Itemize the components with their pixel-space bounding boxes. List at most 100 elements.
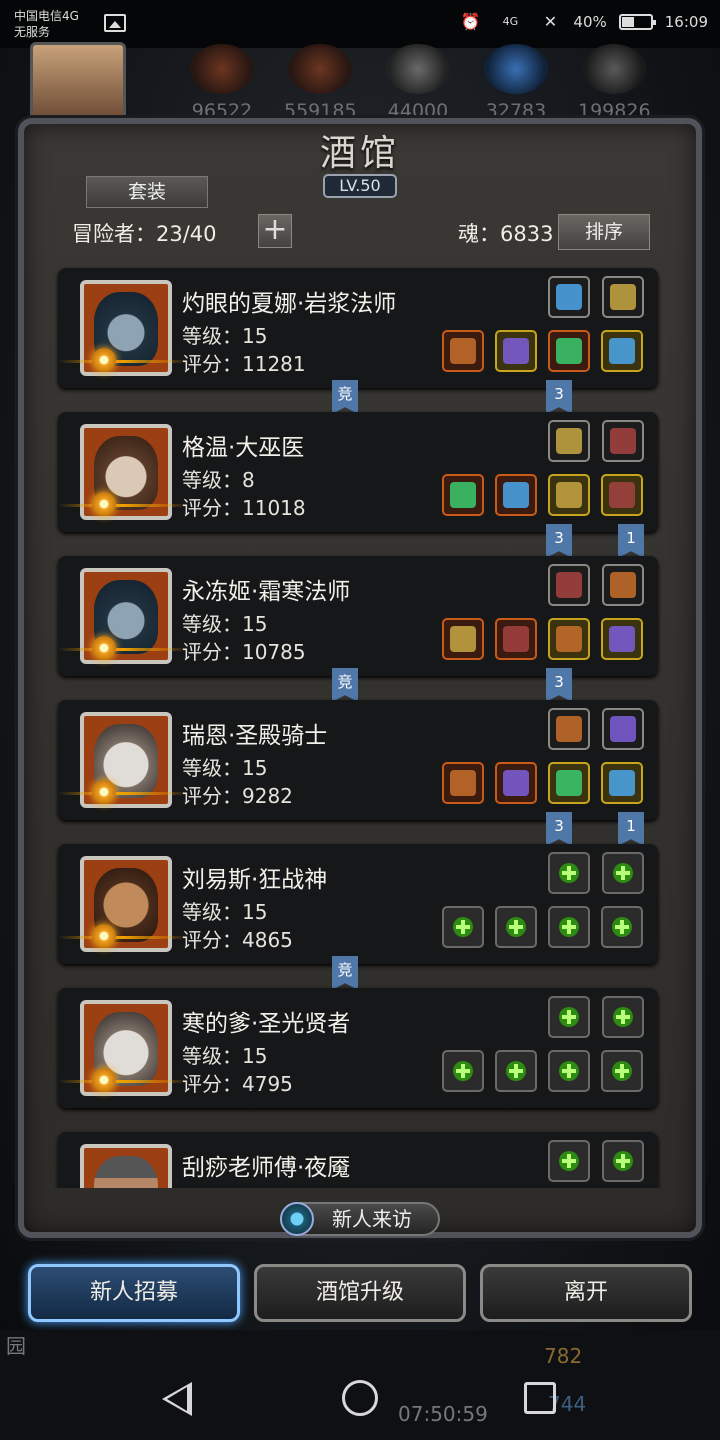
- equipment-slot[interactable]: [601, 762, 643, 804]
- item-icon: [609, 626, 635, 652]
- hero-score: 评分：11281: [182, 352, 306, 376]
- item-icon: [556, 482, 582, 508]
- portrait-glow: [58, 648, 188, 651]
- item-icon: [503, 338, 529, 364]
- empty-equipment-slot[interactable]: [548, 906, 590, 948]
- portrait-glow: [58, 792, 188, 795]
- equipment-slot[interactable]: [548, 474, 590, 516]
- hero-card[interactable]: 永冻姬·霜寒法师 等级：15 评分：10785: [58, 556, 658, 676]
- hero-name: 瑞恩·圣殿骑士: [182, 723, 328, 749]
- new-visitor-label: 新人来访: [332, 1207, 412, 1231]
- accessory-slot[interactable]: [602, 708, 644, 750]
- item-icon: [450, 338, 476, 364]
- hero-score: 评分：4865: [182, 928, 293, 952]
- accessory-slot[interactable]: [548, 708, 590, 750]
- hero-level: 等级：15: [182, 324, 268, 348]
- portrait-glow: [58, 360, 188, 363]
- player-avatar[interactable]: [30, 42, 126, 122]
- add-icon: [612, 917, 632, 937]
- accessory-slot[interactable]: [602, 564, 644, 606]
- item-icon: [503, 626, 529, 652]
- accessory-slot[interactable]: [602, 420, 644, 462]
- item-icon: [556, 716, 582, 742]
- home-icon[interactable]: [342, 1380, 378, 1416]
- empty-accessory-slot[interactable]: [548, 1140, 590, 1182]
- equipment-slot[interactable]: [548, 330, 590, 372]
- equipment-slot[interactable]: [495, 618, 537, 660]
- hero-score: 评分：10785: [182, 640, 306, 664]
- equipment-slot[interactable]: [548, 618, 590, 660]
- equipment-slot[interactable]: [601, 330, 643, 372]
- back-icon[interactable]: [162, 1382, 192, 1416]
- star-gem-icon: [92, 492, 116, 516]
- hero-score: 评分：9282: [182, 784, 293, 808]
- hero-card[interactable]: 瑞恩·圣殿骑士 等级：15 评分：9282: [58, 700, 658, 820]
- resource-3: 44000: [382, 44, 454, 122]
- resource-2: 559185: [284, 44, 357, 122]
- hero-card[interactable]: 刘易斯·狂战神 等级：15 评分：4865: [58, 844, 658, 964]
- equipment-slot[interactable]: [548, 762, 590, 804]
- service-status: 无服务: [14, 25, 51, 39]
- battery-percent: 40%: [573, 13, 607, 31]
- empty-equipment-slot[interactable]: [548, 1050, 590, 1092]
- empty-equipment-slot[interactable]: [442, 1050, 484, 1092]
- sort-button[interactable]: 排序: [558, 214, 650, 250]
- android-nav-bar: [0, 1360, 720, 1440]
- status-right: ⏰ 4G ✕ 40% 16:09: [459, 12, 708, 32]
- empty-equipment-slot[interactable]: [601, 1050, 643, 1092]
- empty-accessory-slot[interactable]: [548, 996, 590, 1038]
- hero-card[interactable]: 灼眼的夏娜·岩浆法师 等级：15 评分：11281: [58, 268, 658, 388]
- count-tag: 1: [618, 524, 644, 558]
- empty-equipment-slot[interactable]: [601, 906, 643, 948]
- hero-card[interactable]: 寒的爹·圣光贤者 等级：15 评分：4795: [58, 988, 658, 1108]
- hero-level: 等级：15: [182, 612, 268, 636]
- equipment-slot[interactable]: [442, 618, 484, 660]
- expand-capacity-button[interactable]: +: [258, 214, 292, 248]
- signal-icon: 4G: [502, 15, 519, 28]
- count-tag: 3: [546, 668, 572, 702]
- hero-card[interactable]: 格温·大巫医 等级：8 评分：11018: [58, 412, 658, 532]
- empty-accessory-slot[interactable]: [548, 852, 590, 894]
- resource-orb-icon: [386, 44, 450, 94]
- add-icon: [613, 1151, 633, 1171]
- equipment-slot[interactable]: [601, 618, 643, 660]
- suit-button[interactable]: 套装: [86, 176, 208, 208]
- add-icon: [559, 1007, 579, 1027]
- accessory-slot[interactable]: [548, 564, 590, 606]
- arena-tag: 竞: [332, 956, 358, 990]
- equipment-slot[interactable]: [495, 762, 537, 804]
- empty-accessory-slot[interactable]: [602, 996, 644, 1038]
- recent-apps-icon[interactable]: [524, 1382, 556, 1414]
- equipment-slot[interactable]: [601, 474, 643, 516]
- accessory-slot[interactable]: [548, 420, 590, 462]
- empty-accessory-slot[interactable]: [602, 852, 644, 894]
- item-icon: [609, 770, 635, 796]
- equipment-slot[interactable]: [442, 474, 484, 516]
- add-icon: [559, 917, 579, 937]
- empty-equipment-slot[interactable]: [442, 906, 484, 948]
- equipment-slot[interactable]: [495, 330, 537, 372]
- hero-name: 灼眼的夏娜·岩浆法师: [182, 291, 397, 317]
- hero-level: 等级：15: [182, 900, 268, 924]
- empty-equipment-slot[interactable]: [495, 1050, 537, 1092]
- equipment-slot[interactable]: [495, 474, 537, 516]
- hero-list[interactable]: 灼眼的夏娜·岩浆法师 等级：15 评分：11281 竞 3 格温·大巫医 等级：8 评分：11…: [40, 258, 680, 1188]
- count-tag: 3: [546, 812, 572, 846]
- item-icon: [556, 338, 582, 364]
- accessory-slot[interactable]: [548, 276, 590, 318]
- equipment-slot[interactable]: [442, 330, 484, 372]
- empty-accessory-slot[interactable]: [602, 1140, 644, 1182]
- new-visitor-button[interactable]: 新人来访: [280, 1202, 440, 1236]
- star-gem-icon: [92, 780, 116, 804]
- leave-button[interactable]: 离开: [480, 1264, 692, 1322]
- background-label: 园: [6, 1334, 26, 1358]
- add-icon: [506, 917, 526, 937]
- star-gem-icon: [92, 924, 116, 948]
- hero-name: 永冻姬·霜寒法师: [182, 579, 351, 605]
- upgrade-tavern-button[interactable]: 酒馆升级: [254, 1264, 466, 1322]
- hero-card[interactable]: 刮痧老师傅·夜魇: [58, 1132, 658, 1188]
- empty-equipment-slot[interactable]: [495, 906, 537, 948]
- accessory-slot[interactable]: [602, 276, 644, 318]
- equipment-slot[interactable]: [442, 762, 484, 804]
- recruit-button[interactable]: 新人招募: [28, 1264, 240, 1322]
